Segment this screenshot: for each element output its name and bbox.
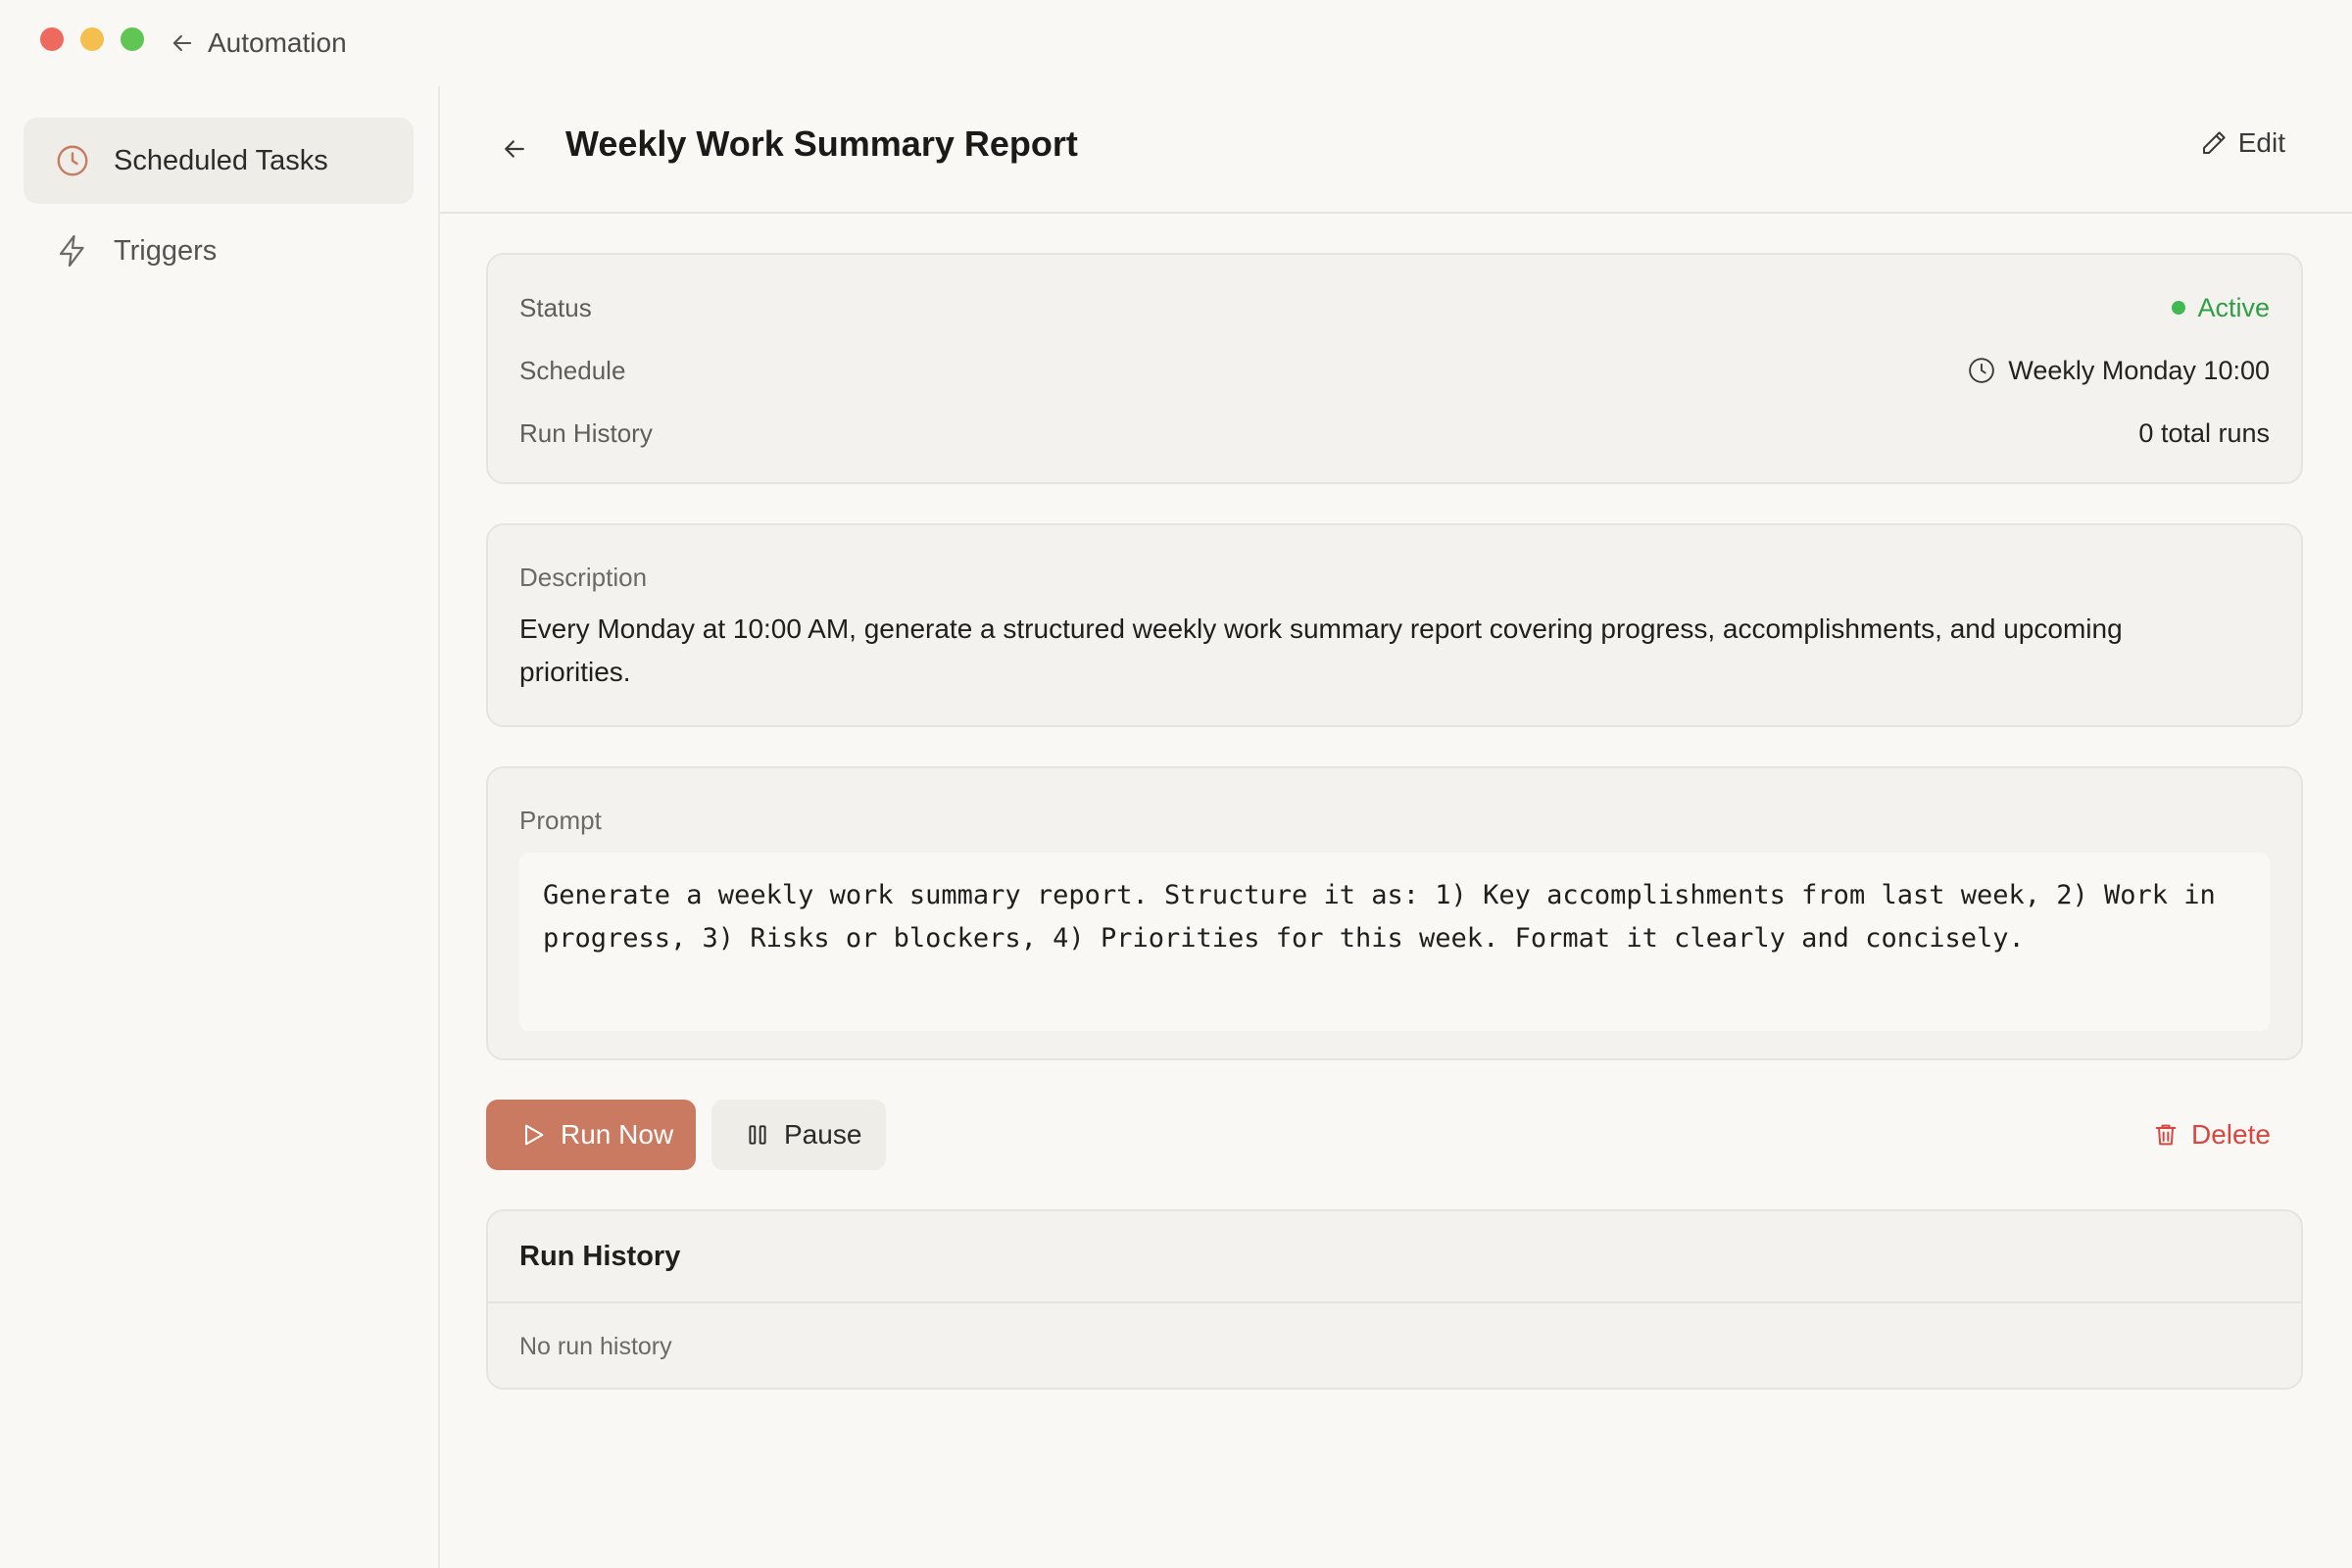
- sidebar-item-label: Scheduled Tasks: [114, 144, 328, 176]
- arrow-left-icon: [172, 34, 192, 52]
- run-history-title: Run History: [519, 1240, 681, 1272]
- page-title: Weekly Work Summary Report: [565, 123, 1078, 164]
- arrow-left-icon: [505, 140, 524, 158]
- status-badge: Active: [2197, 292, 2270, 322]
- schedule-text: Weekly Monday 10:00: [2008, 355, 2270, 385]
- clock-icon: [53, 141, 92, 180]
- run-history-row: Run History 0 total runs: [519, 414, 2270, 453]
- minimize-window-button[interactable]: [80, 27, 104, 51]
- run-history-label: Run History: [519, 417, 653, 448]
- status-value: Active: [2172, 293, 2270, 323]
- sidebar-item-triggers[interactable]: Triggers: [24, 208, 414, 294]
- trash-icon: [2155, 1124, 2177, 1146]
- run-now-button[interactable]: Run Now: [486, 1100, 696, 1170]
- prompt-box: Generate a weekly work summary report. S…: [519, 853, 2270, 1031]
- clock-icon: [1969, 358, 1995, 383]
- run-history-card: Run History No run history: [486, 1209, 2303, 1390]
- description-card: Description Every Monday at 10:00 AM, ge…: [486, 523, 2303, 727]
- app-window: Automation Scheduled Tasks Triggers Week…: [0, 0, 2352, 1568]
- schedule-row: Schedule Weekly Monday 10:00: [519, 351, 2270, 390]
- prompt-card: Prompt Generate a weekly work summary re…: [486, 766, 2303, 1060]
- run-count: 0 total runs: [2138, 417, 2270, 448]
- edit-button[interactable]: Edit: [2199, 127, 2285, 159]
- pause-button[interactable]: Pause: [711, 1100, 886, 1170]
- run-history-header: Run History: [488, 1211, 2301, 1303]
- delete-button[interactable]: Delete: [2152, 1100, 2309, 1170]
- automation-back-button[interactable]: Automation: [169, 24, 347, 63]
- detail-header: Weekly Work Summary Report Edit: [440, 86, 2352, 214]
- description-text: Every Monday at 10:00 AM, generate a str…: [519, 613, 2123, 687]
- sidebar: Scheduled Tasks Triggers: [0, 86, 440, 1568]
- delete-label: Delete: [2191, 1119, 2271, 1150]
- status-card: Status Active Schedule Weekly Monday 10:…: [486, 253, 2303, 484]
- run-history-empty: No run history: [519, 1332, 672, 1360]
- window-controls: [40, 27, 144, 51]
- play-icon: [524, 1124, 544, 1146]
- status-row: Status Active: [519, 288, 2270, 327]
- automation-back-label: Automation: [208, 27, 347, 58]
- pencil-icon: [2202, 131, 2226, 154]
- zoom-window-button[interactable]: [121, 27, 144, 51]
- sidebar-item-label: Triggers: [114, 234, 218, 267]
- prompt-text: Generate a weekly work summary report. S…: [543, 880, 2232, 954]
- run-now-label: Run Now: [561, 1119, 674, 1150]
- sidebar-item-scheduled-tasks[interactable]: Scheduled Tasks: [24, 118, 414, 204]
- description-label: Description: [519, 563, 648, 592]
- status-dot-icon: [2172, 301, 2186, 315]
- schedule-label: Schedule: [519, 355, 626, 385]
- pause-label: Pause: [784, 1119, 862, 1150]
- schedule-value: Weekly Monday 10:00: [1967, 356, 2270, 386]
- status-label: Status: [519, 292, 592, 322]
- pause-icon: [749, 1125, 766, 1145]
- back-button[interactable]: [495, 129, 534, 169]
- prompt-label: Prompt: [519, 806, 602, 835]
- lightning-icon: [53, 231, 92, 270]
- close-window-button[interactable]: [40, 27, 64, 51]
- edit-label: Edit: [2237, 127, 2285, 158]
